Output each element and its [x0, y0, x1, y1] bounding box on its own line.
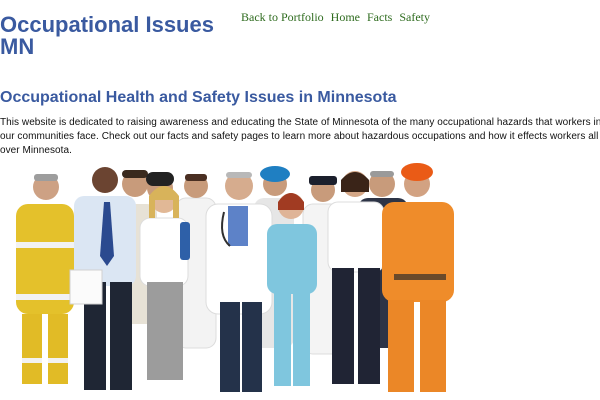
- site-title: Occupational Issues MN: [0, 12, 214, 59]
- hero-image-workers-group: [10, 162, 470, 400]
- top-nav: Back to Portfolio Home Facts Safety: [241, 10, 430, 25]
- intro-paragraph: This website is dedicated to raising awa…: [0, 117, 600, 156]
- worker-officer-woman: [327, 171, 385, 384]
- section-heading: Occupational Health and Safety Issues in…: [0, 89, 397, 106]
- nav-link-safety[interactable]: Safety: [399, 10, 430, 24]
- worker-businessman: [69, 167, 136, 390]
- worker-construction: [382, 163, 454, 392]
- nav-link-back-to-portfolio[interactable]: Back to Portfolio: [241, 10, 324, 24]
- nav-link-facts[interactable]: Facts: [367, 10, 392, 24]
- worker-firefighter: [16, 174, 74, 384]
- nav-link-home[interactable]: Home: [331, 10, 360, 24]
- worker-doctor: [205, 172, 273, 392]
